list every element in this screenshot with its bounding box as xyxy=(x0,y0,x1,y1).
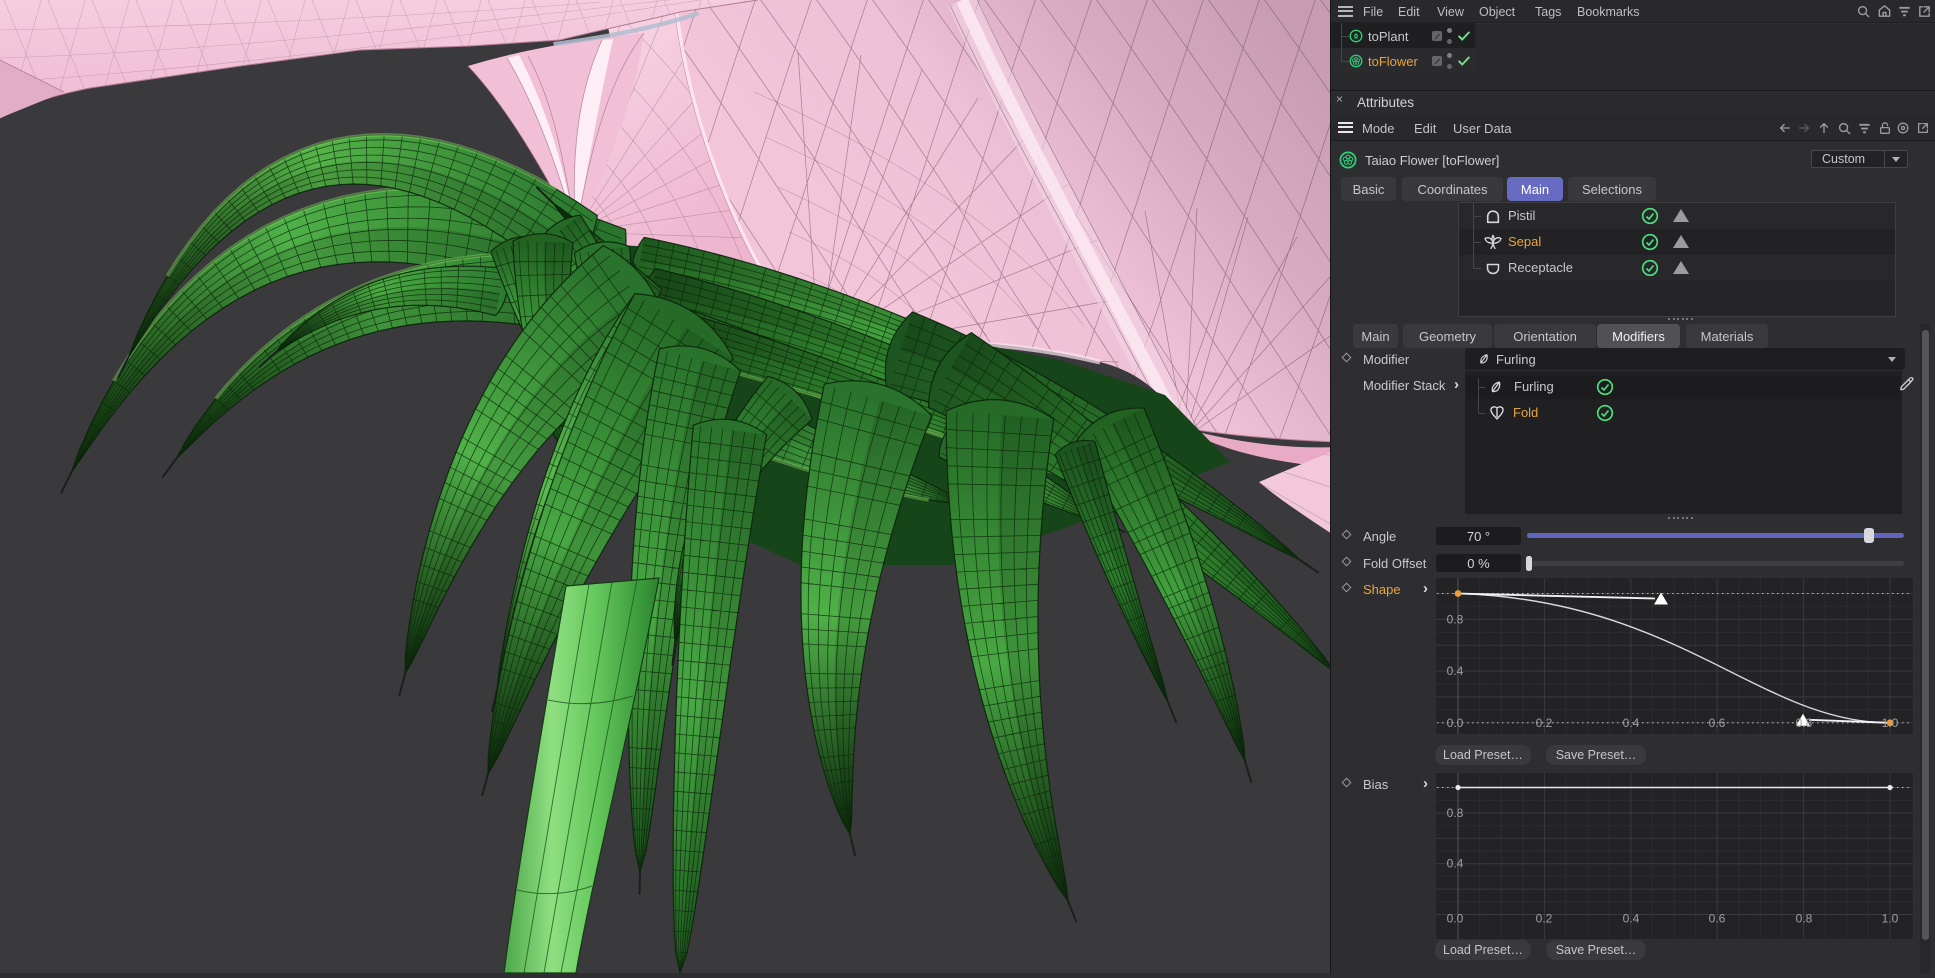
svg-text:0.4: 0.4 xyxy=(1623,716,1640,730)
svg-text:0.4: 0.4 xyxy=(1447,857,1464,871)
svg-text:0.8: 0.8 xyxy=(1796,716,1813,730)
svg-text:1.0: 1.0 xyxy=(1882,716,1899,730)
svg-text:0.8: 0.8 xyxy=(1447,612,1464,626)
svg-text:0.2: 0.2 xyxy=(1536,912,1553,926)
svg-text:0.0: 0.0 xyxy=(1447,912,1464,926)
svg-text:0.8: 0.8 xyxy=(1447,806,1464,820)
svg-text:0.6: 0.6 xyxy=(1709,716,1726,730)
svg-text:0.6: 0.6 xyxy=(1709,912,1726,926)
svg-text:1.0: 1.0 xyxy=(1882,912,1899,926)
svg-text:0.2: 0.2 xyxy=(1536,716,1553,730)
svg-text:0.4: 0.4 xyxy=(1623,912,1640,926)
svg-text:0.8: 0.8 xyxy=(1796,912,1813,926)
svg-text:0.4: 0.4 xyxy=(1447,664,1464,678)
svg-text:0.0: 0.0 xyxy=(1447,716,1464,730)
